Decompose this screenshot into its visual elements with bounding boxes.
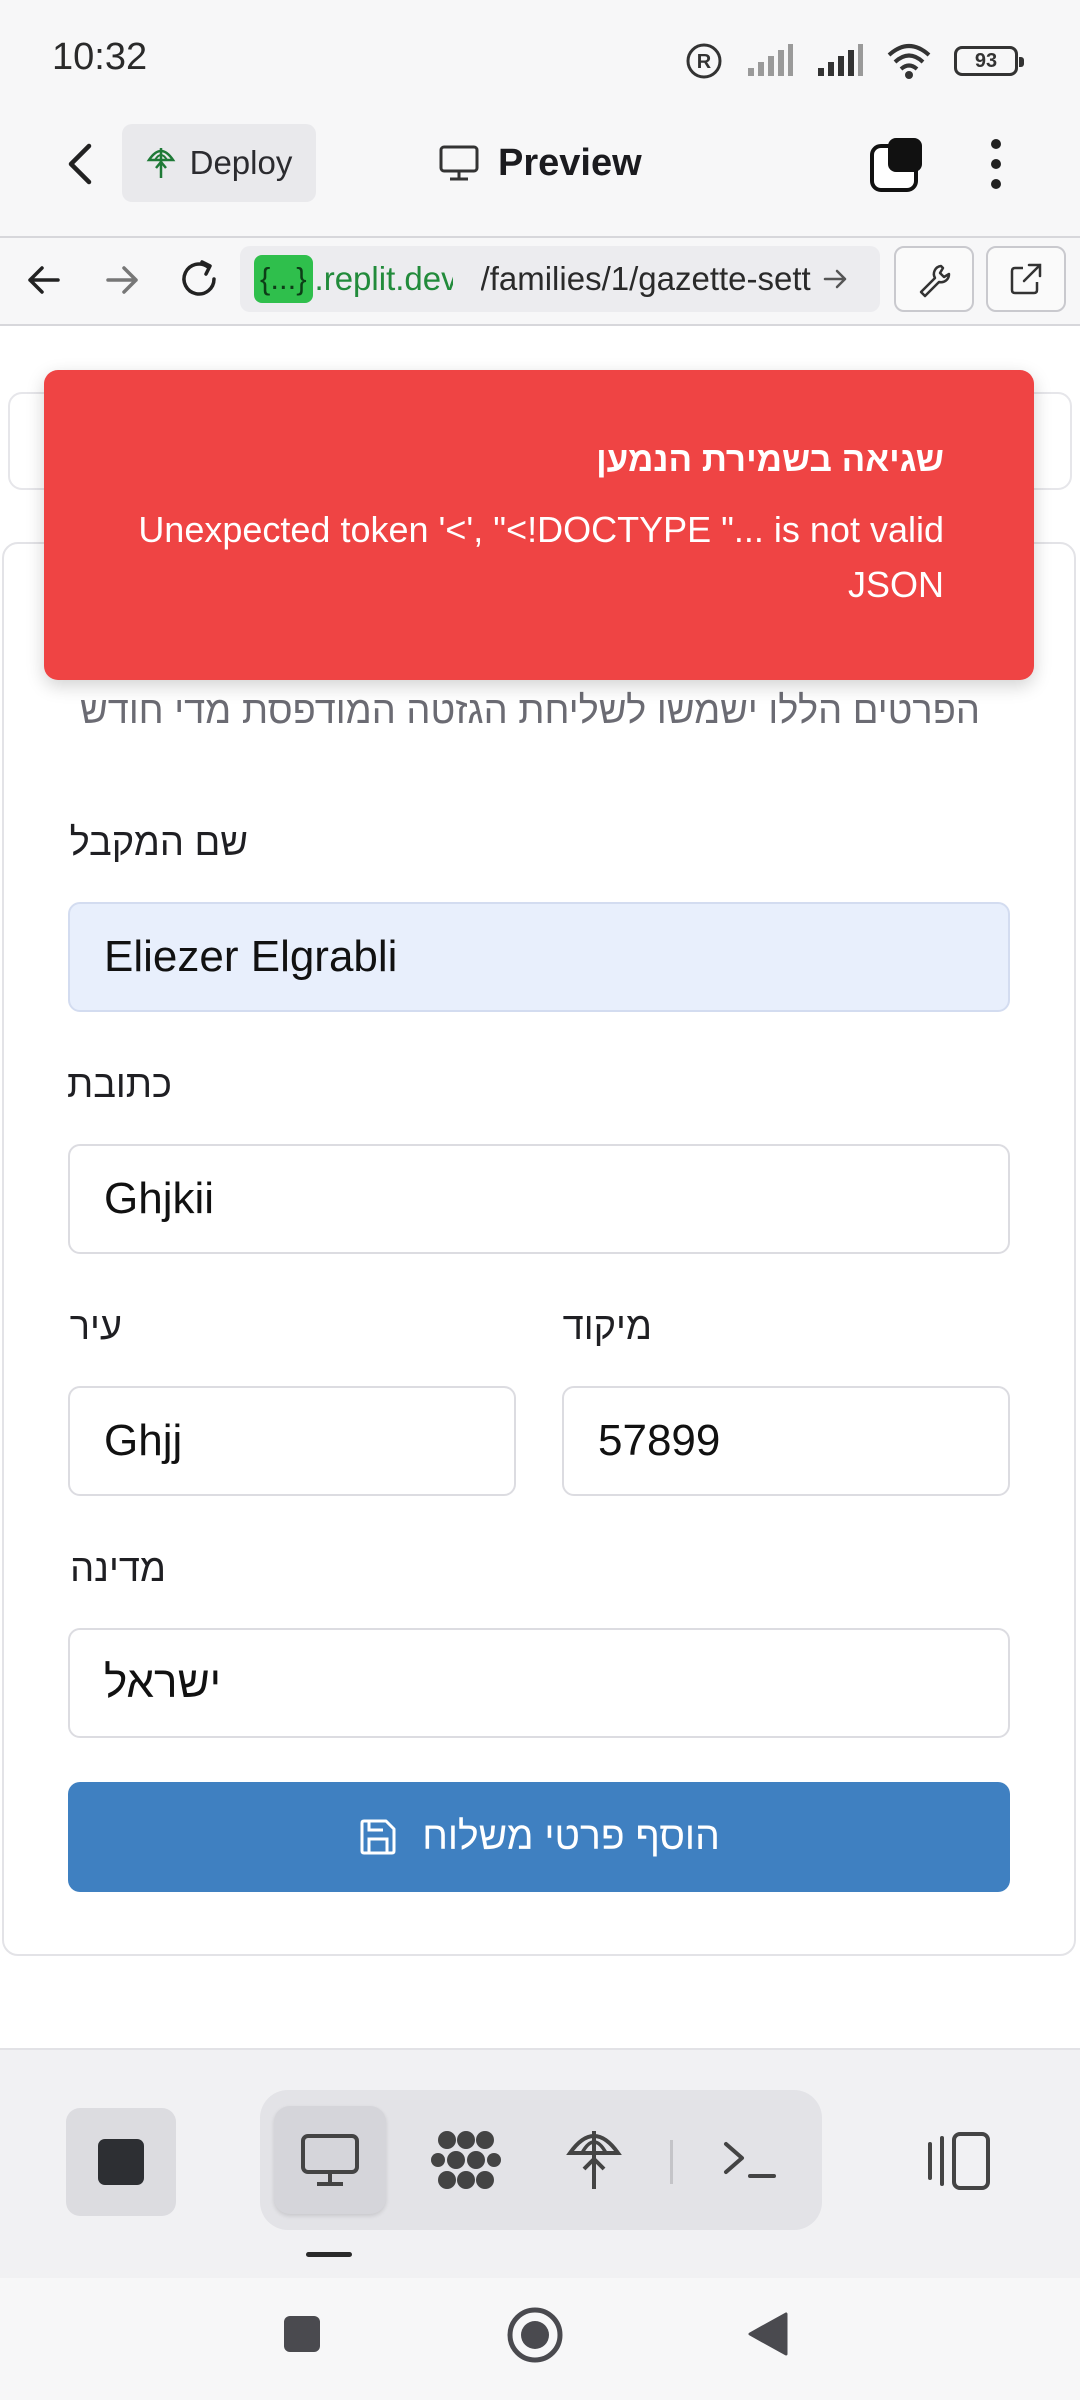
switcher-divider [670,2140,673,2184]
country-input[interactable]: ישראל [68,1628,1010,1738]
stop-button[interactable] [66,2108,176,2216]
more-options-button[interactable] [978,136,1014,192]
deploy-label: Deploy [189,144,293,181]
back-button[interactable] [52,136,108,192]
monitor-icon [438,144,480,182]
deploy-icon [566,2131,622,2189]
tabs-icon [870,138,922,192]
home-button[interactable] [506,2306,564,2364]
url-field[interactable]: {...} .replit.dev /families/1/gazette-se… [240,246,880,312]
stop-icon [98,2139,144,2185]
signal-icon [816,44,864,78]
city-input[interactable]: Ghjj [68,1386,516,1496]
shell-view-button[interactable] [694,2106,806,2214]
split-panel-icon [928,2132,990,2190]
zip-label: מיקוד [562,1306,652,1348]
open-external-button[interactable] [986,246,1066,312]
form-description: הפרטים הללו ישמשו לשליחת הגזטה המודפסת מ… [80,690,980,732]
terminal-icon [724,2142,776,2178]
status-icons: R 93 [684,38,1024,84]
country-label: מדינה [70,1548,166,1590]
home-circle-icon [507,2307,563,2363]
svg-text:R: R [697,51,712,73]
back-triangle-icon [748,2312,788,2356]
agent-view-button[interactable] [410,2106,522,2214]
zip-input[interactable]: 57899 [562,1386,1010,1496]
battery-icon: 93 [954,46,1024,76]
deploy-button[interactable]: Deploy [122,124,316,202]
square-icon [284,2316,320,2352]
browser-forward-button[interactable] [100,258,144,302]
dots-grid-icon [431,2131,501,2189]
status-time: 10:32 [52,36,148,78]
preview-title: Preview [438,135,642,191]
deploy-icon [146,146,176,180]
devtools-button[interactable] [894,246,974,312]
preview-label: Preview [498,141,642,184]
address-input[interactable]: Ghjkii [68,1144,1010,1254]
signal-icon [746,44,794,78]
arrow-left-icon [28,266,60,294]
url-host: .replit.dev [314,260,453,297]
url-go-icon [821,264,851,294]
city-label: עיר [69,1306,122,1348]
url-path: /families/1/gazette-settings [480,260,811,297]
panels-button[interactable] [924,2130,994,2192]
monitor-icon [301,2134,359,2186]
toast-title: שגיאה בשמירת הנמען [596,440,944,479]
toast-message: Unexpected token '<', "<!DOCTYPE "... is… [138,509,944,605]
registered-icon: R [684,41,724,81]
recents-button[interactable] [282,2314,322,2354]
active-view-indicator [306,2252,352,2257]
arrow-right-icon [106,266,138,294]
tabs-button[interactable] [868,134,928,194]
wrench-icon [919,264,951,298]
save-icon [358,1817,398,1857]
system-back-button[interactable] [746,2310,790,2358]
preview-view-button[interactable] [274,2106,386,2214]
more-vertical-icon [991,139,1001,189]
url-badge: {...} [254,255,313,303]
submit-label: הוסף פרטי משלוח [422,1815,720,1858]
external-link-icon [1010,263,1042,295]
deployments-view-button[interactable] [538,2106,650,2214]
error-toast: שגיאה בשמירת הנמען Unexpected token '<',… [44,370,1034,680]
add-shipping-details-button[interactable]: הוסף פרטי משלוח [68,1782,1010,1892]
address-label: כתובת [66,1064,172,1106]
reload-icon [182,260,216,296]
chevron-left-icon [68,143,92,185]
reload-button[interactable] [176,256,222,302]
recipient-name-label: שם המקבל [69,822,248,864]
browser-back-button[interactable] [22,258,66,302]
recipient-name-input[interactable]: Eliezer Elgrabli [68,902,1010,1012]
wifi-icon [886,43,932,79]
